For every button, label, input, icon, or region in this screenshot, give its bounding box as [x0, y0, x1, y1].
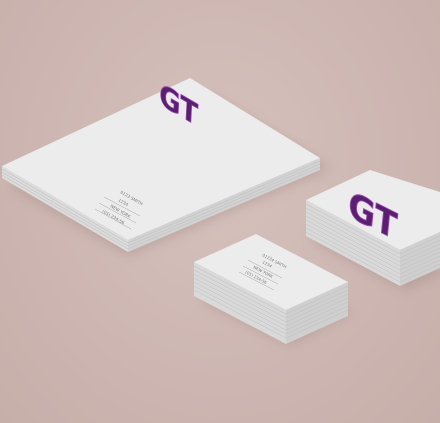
mockup-illustration: GT 0123 SMITH 1234 NEW YORK (01) 234-56 [1, 76, 440, 345]
stationery-mockup-scene: GT 0123 SMITH 1234 NEW YORK (01) 234-56 [0, 0, 440, 423]
business-card-front-stack: 01234 SMITH 1234 NEW YORK (01) 234-56 [193, 234, 352, 345]
letterhead-stack: GT 0123 SMITH 1234 NEW YORK (01) 234-56 [1, 76, 330, 255]
